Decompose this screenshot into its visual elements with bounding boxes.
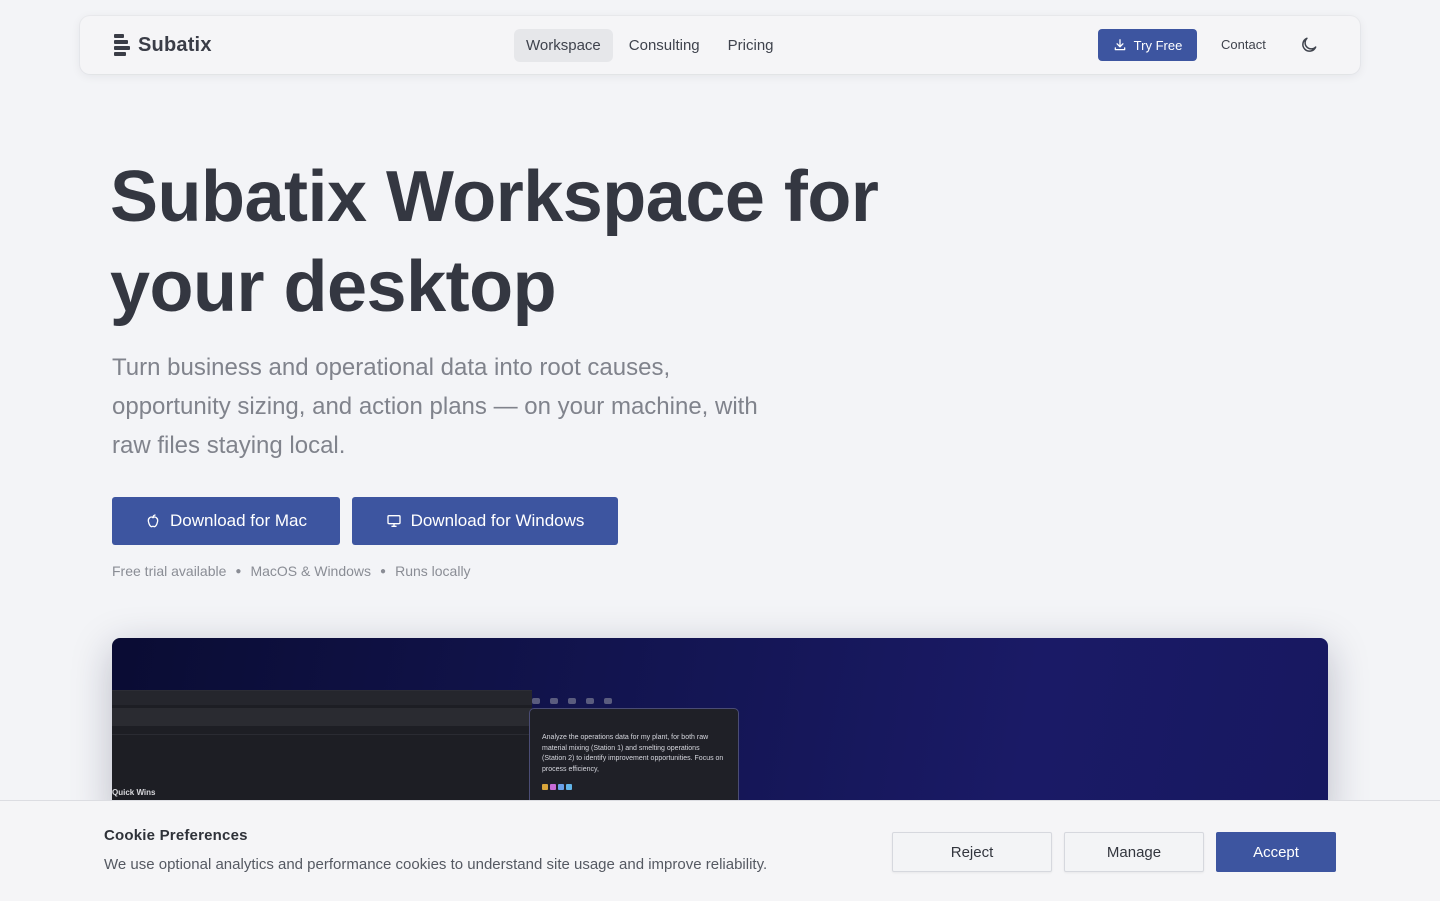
moon-icon <box>1302 37 1317 52</box>
product-preview-image: Quick Wins Analyze the operations data f… <box>112 638 1328 818</box>
hero-subtitle: Turn business and operational data into … <box>112 354 758 459</box>
hero-title-line-1: Subatix Workspace for <box>110 157 879 237</box>
meta-item: Free trial available <box>112 563 227 579</box>
download-icon <box>1114 39 1125 51</box>
top-nav: Subatix Workspace Consulting Pricing Try… <box>80 16 1360 74</box>
download-windows-button[interactable]: Download for Windows <box>352 497 618 545</box>
hero-title-line-2: your desktop <box>110 247 557 327</box>
cookie-manage-button[interactable]: Manage <box>1064 832 1204 872</box>
meta-item: Runs locally <box>395 563 471 579</box>
nav-link-pricing[interactable]: Pricing <box>716 29 786 62</box>
separator-dot: ● <box>235 565 242 577</box>
preview-color-swatches <box>542 784 572 790</box>
apple-icon <box>147 514 159 528</box>
cookie-accept-button[interactable]: Accept <box>1216 832 1336 872</box>
hero-title: Subatix Workspace for your desktop <box>110 152 1010 332</box>
nav-link-consulting[interactable]: Consulting <box>617 29 712 62</box>
preview-editor-toolbar <box>112 708 532 726</box>
theme-toggle-button[interactable] <box>1299 35 1319 55</box>
cookie-reject-button[interactable]: Reject <box>892 832 1052 872</box>
meta-item: MacOS & Windows <box>250 563 372 579</box>
cookie-banner: Cookie Preferences We use optional analy… <box>0 800 1440 901</box>
brand-name: Subatix <box>138 33 212 56</box>
monitor-icon <box>386 515 401 527</box>
hero-meta: Free trial available ● MacOS & Windows ●… <box>112 563 471 579</box>
contact-link[interactable]: Contact <box>1221 37 1266 52</box>
download-windows-label: Download for Windows <box>410 511 585 530</box>
download-mac-button[interactable]: Download for Mac <box>112 497 340 545</box>
cookie-title: Cookie Preferences <box>104 827 248 844</box>
try-free-label: Try Free <box>1133 37 1183 53</box>
download-mac-label: Download for Mac <box>169 511 307 530</box>
subatix-logo-icon <box>112 32 130 58</box>
primary-nav: Workspace Consulting Pricing <box>514 29 786 62</box>
try-free-button[interactable]: Try Free <box>1098 29 1197 61</box>
cookie-description: We use optional analytics and performanc… <box>104 856 768 873</box>
nav-link-workspace[interactable]: Workspace <box>514 29 613 62</box>
preview-prompt-text: Analyze the operations data for my plant… <box>542 734 724 773</box>
separator-dot: ● <box>380 565 387 577</box>
brand-logo[interactable]: Subatix <box>112 32 212 58</box>
preview-section-label: Quick Wins <box>112 788 156 797</box>
